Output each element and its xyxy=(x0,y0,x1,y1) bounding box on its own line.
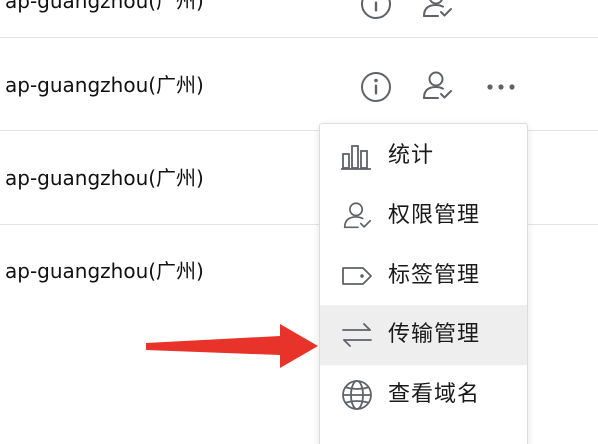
globe-icon xyxy=(342,380,372,410)
user-permission-icon[interactable] xyxy=(419,68,455,104)
tag-icon xyxy=(342,267,372,285)
menu-item-label: 传输管理 xyxy=(388,322,481,347)
region-label: ap-guangzhou(广州) xyxy=(5,0,204,13)
menu-item-label: 权限管理 xyxy=(388,203,481,228)
user-permission-icon xyxy=(343,202,372,229)
info-icon[interactable] xyxy=(359,0,393,21)
menu-item-statistics[interactable]: 统计 xyxy=(320,126,527,186)
menu-item-tag[interactable]: 标签管理 xyxy=(320,246,527,306)
transfer-arrows-icon xyxy=(342,323,372,347)
region-label: ap-guangzhou(广州) xyxy=(5,259,204,283)
table-row: ap-guangzhou(广州) xyxy=(0,0,598,38)
info-icon[interactable] xyxy=(359,70,393,104)
region-label: ap-guangzhou(广州) xyxy=(5,166,204,190)
bucket-list-screen: ap-guangzhou(广州) ap-guangzhou(广州) ap-gua… xyxy=(0,0,598,444)
more-options-icon[interactable] xyxy=(484,81,518,93)
region-label: ap-guangzhou(广州) xyxy=(5,73,204,97)
menu-item-label: 标签管理 xyxy=(388,263,481,288)
bar-chart-icon xyxy=(341,145,371,170)
table-row: ap-guangzhou(广州) xyxy=(0,38,598,131)
menu-item-label: 查看域名 xyxy=(388,382,481,407)
menu-item-permission[interactable]: 权限管理 xyxy=(320,186,527,246)
menu-item-label: 统计 xyxy=(388,143,435,168)
more-actions-menu: 统计 权限管理 标签管理 传输管理 查看域名 xyxy=(319,123,528,444)
annotation-arrow-icon xyxy=(146,324,318,368)
user-permission-icon[interactable] xyxy=(419,0,455,22)
menu-item-domain[interactable]: 查看域名 xyxy=(320,365,527,425)
menu-item-transfer[interactable]: 传输管理 xyxy=(320,305,527,365)
